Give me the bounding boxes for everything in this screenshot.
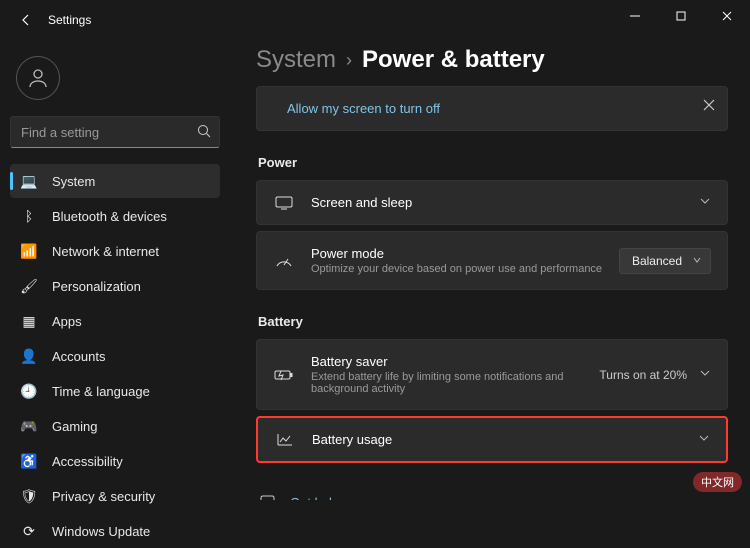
chart-icon [274, 433, 296, 447]
nav-icon: ▦ [20, 312, 38, 330]
card-screen-sleep[interactable]: Screen and sleep [256, 180, 728, 225]
card-title: Battery saver [311, 354, 591, 369]
nav-icon: ᛒ [20, 207, 38, 225]
search-icon [197, 124, 211, 141]
breadcrumb-separator: › [346, 50, 352, 71]
minimize-button[interactable] [612, 0, 658, 32]
card-battery-saver[interactable]: Battery saver Extend battery life by lim… [256, 339, 728, 410]
card-power-mode[interactable]: Power mode Optimize your device based on… [256, 231, 728, 290]
close-button[interactable] [704, 0, 750, 32]
nav-label: System [52, 174, 95, 189]
nav-icon: 🕘 [20, 382, 38, 400]
sidebar-item-accessibility[interactable]: ♿ Accessibility [10, 444, 220, 478]
nav-label: Time & language [52, 384, 150, 399]
sidebar-item-system[interactable]: 💻 System [10, 164, 220, 198]
nav-label: Gaming [52, 419, 98, 434]
screen-icon [273, 196, 295, 210]
nav-icon: ⟳ [20, 522, 38, 540]
nav-icon: 💻 [20, 172, 38, 190]
nav-label: Privacy & security [52, 489, 155, 504]
nav-icon: 🖌 [20, 277, 38, 295]
maximize-button[interactable] [658, 0, 704, 32]
info-banner: Allow my screen to turn off [256, 86, 728, 131]
back-button[interactable] [18, 12, 34, 28]
banner-link[interactable]: Allow my screen to turn off [287, 101, 440, 116]
breadcrumb-current: Power & battery [362, 46, 545, 74]
chevron-down-icon [699, 367, 711, 382]
nav-icon: 🎮 [20, 417, 38, 435]
nav-label: Network & internet [52, 244, 159, 259]
sidebar-item-time-language[interactable]: 🕘 Time & language [10, 374, 220, 408]
search-box[interactable] [10, 116, 220, 148]
gauge-icon [273, 254, 295, 268]
battery-saver-icon [273, 368, 295, 382]
sidebar-item-personalization[interactable]: 🖌 Personalization [10, 269, 220, 303]
card-battery-usage[interactable]: Battery usage [256, 416, 728, 463]
sidebar-item-windows-update[interactable]: ⟳ Windows Update [10, 514, 220, 548]
nav-icon: 👤 [20, 347, 38, 365]
card-title: Screen and sleep [311, 195, 687, 210]
window-title: Settings [48, 13, 91, 27]
sidebar-item-bluetooth-devices[interactable]: ᛒ Bluetooth & devices [10, 199, 220, 233]
sidebar-item-gaming[interactable]: 🎮 Gaming [10, 409, 220, 443]
help-icon [258, 495, 276, 500]
sidebar-item-apps[interactable]: ▦ Apps [10, 304, 220, 338]
chevron-down-icon [699, 195, 711, 210]
watermark: 中文网 [693, 472, 742, 492]
card-value: Turns on at 20% [599, 368, 687, 382]
nav-label: Accessibility [52, 454, 123, 469]
nav-label: Accounts [52, 349, 105, 364]
card-subtitle: Extend battery life by limiting some not… [311, 371, 591, 395]
card-title: Power mode [311, 246, 619, 261]
breadcrumb: System › Power & battery [256, 46, 728, 74]
card-subtitle: Optimize your device based on power use … [311, 263, 619, 275]
chevron-down-icon [692, 254, 702, 268]
nav-label: Apps [52, 314, 82, 329]
nav-icon: 📶 [20, 242, 38, 260]
chevron-down-icon [698, 432, 710, 447]
section-battery-heading: Battery [258, 314, 728, 329]
banner-close-icon[interactable] [703, 99, 715, 114]
sidebar-item-network-internet[interactable]: 📶 Network & internet [10, 234, 220, 268]
nav-label: Windows Update [52, 524, 150, 539]
search-input[interactable] [21, 125, 197, 140]
sidebar-item-privacy-security[interactable]: 🛡 Privacy & security [10, 479, 220, 513]
breadcrumb-parent[interactable]: System [256, 46, 336, 74]
nav-label: Bluetooth & devices [52, 209, 167, 224]
nav-icon: 🛡 [20, 487, 38, 505]
sidebar-item-accounts[interactable]: 👤 Accounts [10, 339, 220, 373]
card-title: Battery usage [312, 432, 686, 447]
power-mode-dropdown[interactable]: Balanced [619, 248, 711, 274]
dropdown-value: Balanced [632, 254, 682, 268]
get-help-link[interactable]: Get help [290, 495, 339, 500]
nav-label: Personalization [52, 279, 141, 294]
nav-icon: ♿ [20, 452, 38, 470]
user-avatar[interactable] [16, 56, 60, 100]
section-power-heading: Power [258, 155, 728, 170]
